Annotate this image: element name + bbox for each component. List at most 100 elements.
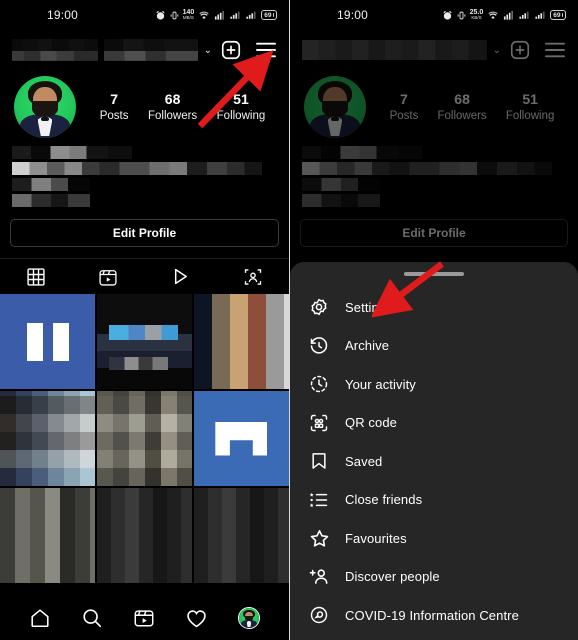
grid-post[interactable]	[193, 390, 289, 487]
alarm-icon	[442, 10, 453, 21]
left-status-bar: 19:00 140 MB/S 69	[0, 0, 289, 30]
menu-item-settings[interactable]: Settings	[290, 288, 578, 327]
gear-icon	[308, 296, 330, 318]
vibrate-icon	[457, 10, 466, 21]
edit-profile-button[interactable]: Edit Profile	[300, 219, 568, 247]
add-person-icon	[308, 566, 330, 588]
grid-post[interactable]	[193, 294, 289, 390]
right-profile-header: ⌄	[290, 30, 578, 70]
menu-item-label: Settings	[345, 299, 393, 315]
hamburger-menu-button[interactable]	[544, 41, 566, 59]
nav-search-icon[interactable]	[81, 607, 103, 629]
add-post-button[interactable]	[220, 39, 242, 61]
menu-item-label: Archive	[345, 338, 390, 354]
chevron-down-icon: ⌄	[203, 44, 212, 56]
status-time: 19:00	[47, 8, 79, 22]
menu-item-your-activity[interactable]: Your activity	[290, 365, 578, 404]
your-activity-clock-icon	[308, 373, 330, 395]
stat-following[interactable]: 51 Following	[506, 90, 555, 124]
stat-followers[interactable]: 68 Followers	[148, 90, 197, 124]
add-post-button[interactable]	[509, 39, 531, 61]
username-redacted	[12, 39, 98, 61]
nav-profile-avatar[interactable]	[238, 607, 260, 629]
menu-item-close-friends[interactable]: Close friends	[290, 481, 578, 520]
chevron-down-icon: ⌄	[492, 44, 501, 56]
wifi-icon	[487, 10, 499, 21]
username-dropdown[interactable]: ⌄	[302, 40, 501, 60]
alarm-icon	[155, 10, 166, 21]
post-grid	[0, 294, 289, 584]
profile-bio-redacted	[290, 138, 578, 207]
tab-video[interactable]	[145, 266, 217, 287]
grid-post[interactable]	[96, 294, 193, 390]
menu-item-label: Your activity	[345, 376, 416, 392]
nav-home-icon[interactable]	[29, 607, 51, 629]
left-profile-header: ⌄	[0, 30, 289, 70]
wifi-icon	[198, 10, 210, 21]
grid-post[interactable]	[0, 390, 96, 487]
menu-item-label: Close friends	[345, 492, 423, 508]
archive-clock-icon	[308, 335, 330, 357]
stat-followers[interactable]: 68 Followers	[437, 90, 486, 124]
grid-post[interactable]	[96, 390, 193, 487]
options-menu-list: Settings Archive Your activity QR code S…	[290, 288, 578, 635]
network-speed-indicator: 25.0 KB/S	[469, 9, 484, 21]
bottom-navigation-bar	[0, 596, 289, 640]
username-redacted	[302, 40, 487, 60]
menu-item-saved[interactable]: Saved	[290, 442, 578, 481]
network-speed-indicator: 140 MB/S	[182, 9, 195, 21]
tab-grid[interactable]	[0, 267, 72, 287]
sim-indicator-icon	[503, 10, 514, 21]
grid-post[interactable]	[193, 487, 289, 584]
profile-avatar[interactable]	[14, 76, 76, 138]
tab-reels[interactable]	[72, 267, 144, 287]
menu-item-label: COVID-19 Information Centre	[345, 607, 519, 623]
dimmed-profile-backdrop: ⌄ 7 Posts 68 Followers 51 Following Edit…	[290, 30, 578, 247]
menu-item-label: Saved	[345, 453, 383, 469]
menu-item-qr-code[interactable]: QR code	[290, 404, 578, 443]
menu-item-archive[interactable]: Archive	[290, 327, 578, 366]
status-time: 19:00	[337, 8, 369, 22]
menu-item-label: Discover people	[345, 569, 440, 585]
close-friends-list-icon	[308, 489, 330, 511]
grid-post[interactable]	[0, 294, 96, 390]
menu-item-discover-people[interactable]: Discover people	[290, 558, 578, 597]
nav-activity-heart-icon[interactable]	[185, 607, 208, 630]
stat-posts[interactable]: 7 Posts	[100, 90, 129, 124]
signal-bars-icon-2	[245, 10, 257, 20]
bookmark-icon	[308, 450, 330, 472]
signal-bars-icon-2	[534, 10, 546, 20]
menu-item-label: Favourites	[345, 530, 407, 546]
menu-item-covid-info[interactable]: COVID-19 Information Centre	[290, 596, 578, 635]
star-icon	[308, 527, 330, 549]
signal-bars-icon-1	[518, 10, 530, 20]
sheet-drag-handle[interactable]	[404, 272, 464, 276]
right-status-bar: 19:00 25.0 KB/S 69	[290, 0, 578, 30]
left-stats-row: 7 Posts 68 Followers 51 Following	[0, 70, 289, 138]
qr-code-icon	[308, 412, 330, 434]
right-phone-screen: 19:00 25.0 KB/S 69 ⌄ 7 Posts 68 Follower…	[289, 0, 578, 640]
left-phone-screen: 19:00 140 MB/S 69 ⌄ 7 Posts 68 Followers…	[0, 0, 289, 640]
nav-reels-icon[interactable]	[133, 607, 155, 629]
options-bottom-sheet: Settings Archive Your activity QR code S…	[290, 262, 578, 640]
edit-profile-button[interactable]: Edit Profile	[10, 219, 279, 247]
profile-tab-bar	[0, 258, 289, 294]
signal-bars-icon-1	[229, 10, 241, 20]
covid-info-icon	[308, 604, 330, 626]
menu-item-favourites[interactable]: Favourites	[290, 519, 578, 558]
username-redacted-2	[103, 39, 198, 61]
tab-tagged[interactable]	[217, 267, 289, 287]
right-stats-row: 7 Posts 68 Followers 51 Following	[290, 70, 578, 138]
battery-indicator: 69	[550, 10, 566, 20]
menu-item-label: QR code	[345, 415, 398, 431]
grid-post[interactable]	[0, 487, 96, 584]
profile-avatar[interactable]	[304, 76, 366, 138]
vibrate-icon	[170, 10, 179, 21]
username-dropdown[interactable]: ⌄	[12, 39, 212, 61]
stat-posts[interactable]: 7 Posts	[390, 90, 419, 124]
screenshot-root: 19:00 140 MB/S 69 ⌄ 7 Posts 68 Followers…	[0, 0, 578, 640]
hamburger-menu-button[interactable]	[255, 41, 277, 59]
grid-post[interactable]	[96, 487, 193, 584]
profile-bio-redacted	[0, 138, 289, 207]
stat-following[interactable]: 51 Following	[217, 90, 266, 124]
